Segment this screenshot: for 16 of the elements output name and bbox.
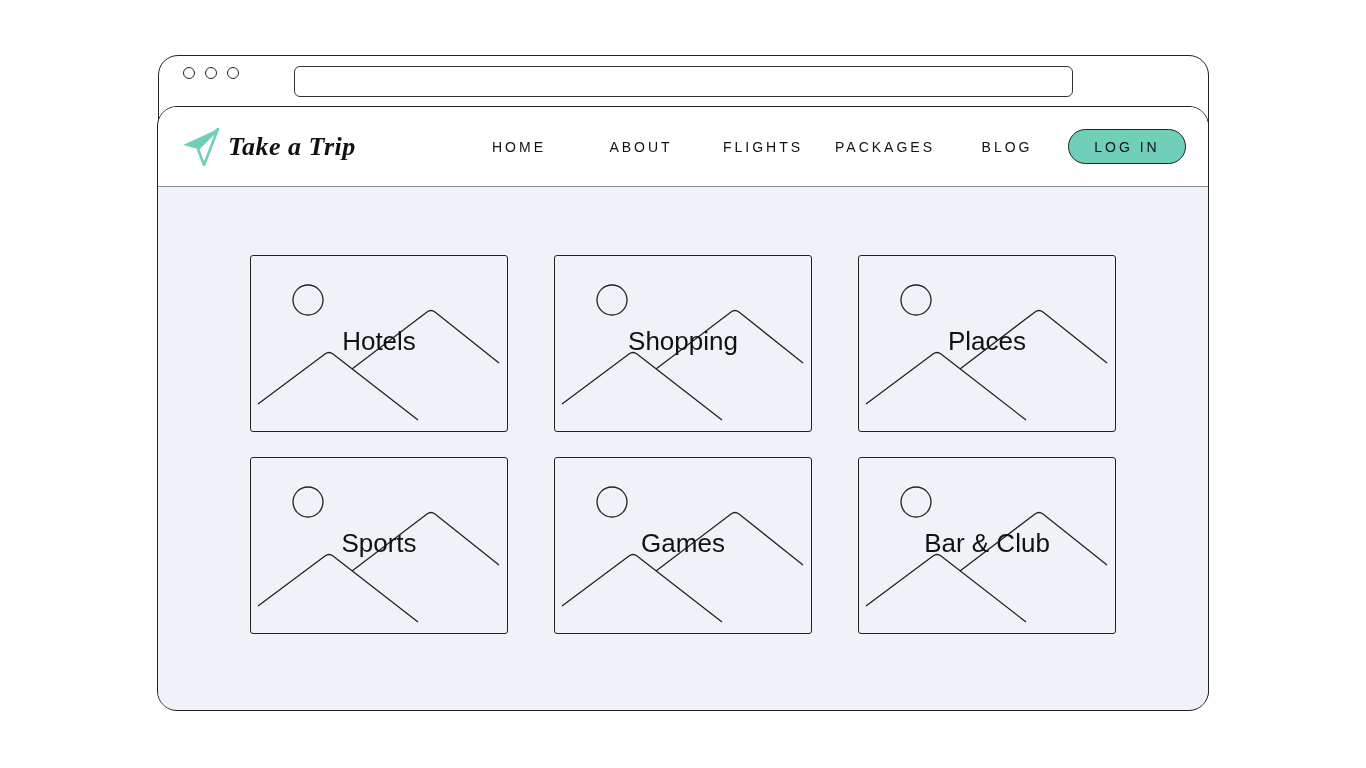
mountain-image-icon bbox=[561, 284, 804, 421]
mountain-image-icon bbox=[865, 284, 1108, 421]
nav-link[interactable]: ABOUT bbox=[609, 138, 673, 155]
paper-plane-icon bbox=[182, 127, 220, 166]
nav-link[interactable]: FLIGHTS bbox=[722, 138, 804, 155]
site-logo-text: Take a Trip bbox=[228, 131, 356, 162]
mountain-image-icon bbox=[865, 486, 1108, 623]
mountain-image-icon bbox=[561, 486, 804, 623]
address-bar[interactable] bbox=[293, 66, 1073, 97]
login-button[interactable]: LOG IN bbox=[1068, 129, 1186, 164]
mountain-image-icon bbox=[257, 486, 500, 623]
nav-link[interactable]: BLOG bbox=[981, 138, 1033, 155]
category-title: Bar & Club bbox=[924, 528, 1050, 559]
nav-link[interactable]: PACKAGES bbox=[835, 138, 935, 155]
nav-link[interactable]: HOME bbox=[492, 138, 546, 155]
mountain-image-icon bbox=[257, 284, 500, 421]
